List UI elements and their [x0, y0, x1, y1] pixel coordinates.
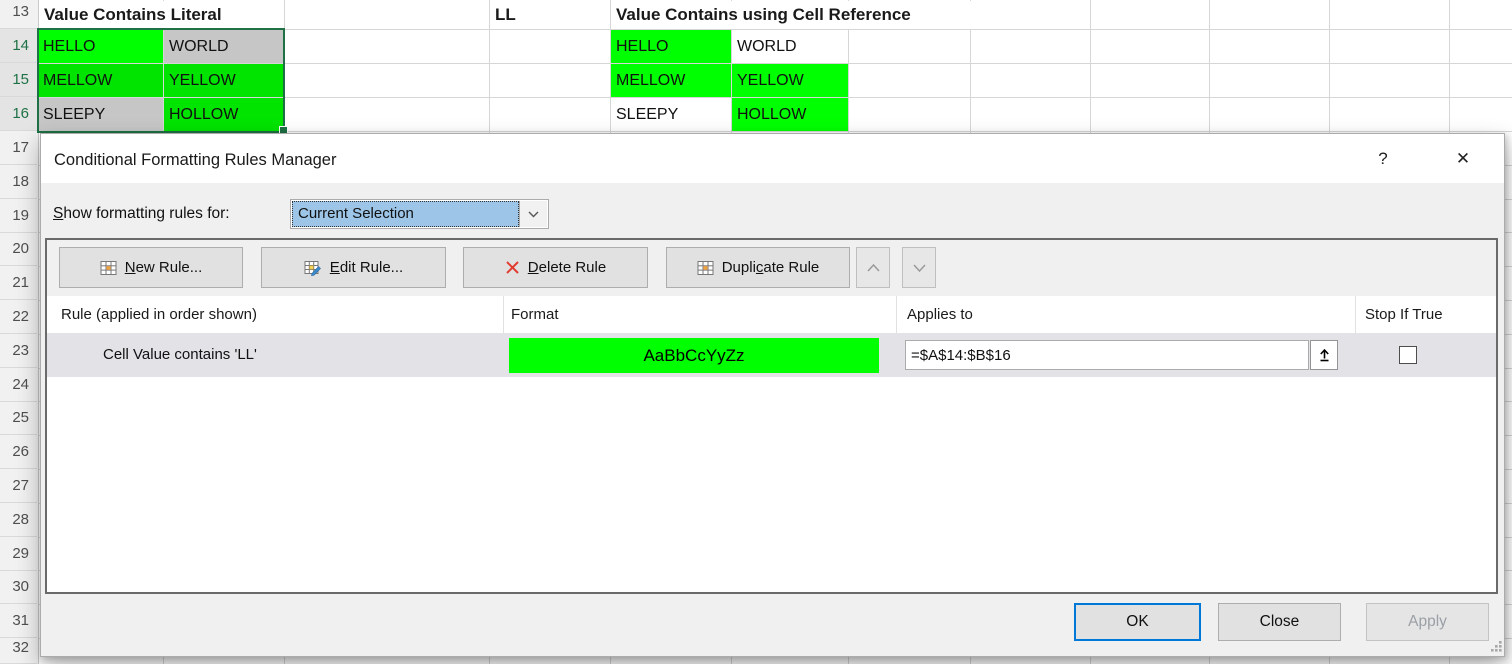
cf-rules-manager-dialog: Conditional Formatting Rules Manager ? ✕… — [40, 133, 1505, 657]
row-header-30[interactable]: 30 — [0, 570, 37, 604]
row-header-21[interactable]: 21 — [0, 266, 37, 300]
duplicate-rule-button[interactable]: Duplicate Rule — [666, 247, 850, 288]
row-header-18[interactable]: 18 — [0, 165, 37, 199]
ok-button[interactable]: OK — [1074, 603, 1201, 641]
show-rules-label-rest: how formatting rules for: — [63, 205, 229, 222]
help-icon[interactable]: ? — [1366, 134, 1400, 183]
excel-window: Value Contains Literal LL Value Contains… — [0, 0, 1512, 664]
chevron-up-icon — [867, 264, 880, 272]
rules-list-container: New Rule... Edit Rule... Delete Rule — [45, 238, 1498, 594]
cell-e14[interactable]: HELLO — [611, 30, 731, 63]
dialog-title: Conditional Formatting Rules Manager — [54, 134, 336, 183]
delete-rule-button[interactable]: Delete Rule — [463, 247, 648, 288]
collapse-dialog-button[interactable] — [1310, 340, 1338, 370]
column-header-rule: Rule (applied in order shown) — [61, 296, 257, 333]
row-header-16[interactable]: 16 — [0, 97, 37, 131]
table-format-icon — [100, 260, 117, 276]
column-header-applies: Applies to — [907, 296, 973, 333]
edit-rule-icon — [304, 260, 322, 276]
edit-rule-button[interactable]: Edit Rule... — [261, 247, 446, 288]
row-header-25[interactable]: 25 — [0, 401, 37, 435]
row-header-22[interactable]: 22 — [0, 300, 37, 334]
row-header-23[interactable]: 23 — [0, 334, 37, 368]
selection-border — [37, 28, 285, 133]
move-rule-down-button[interactable] — [902, 247, 936, 288]
rules-toolbar: New Rule... Edit Rule... Delete Rule — [47, 240, 1496, 296]
delete-x-icon — [505, 260, 520, 275]
duplicate-rule-label: Duplicate Rule — [722, 259, 820, 276]
row-header-14[interactable]: 14 — [0, 29, 37, 63]
new-rule-button[interactable]: New Rule... — [59, 247, 243, 288]
row-header-17[interactable]: 17 — [0, 131, 37, 165]
row-header-32[interactable]: 32 — [0, 638, 37, 664]
column-divider — [503, 296, 504, 333]
cell-f14[interactable]: WORLD — [732, 30, 848, 63]
row-header-31[interactable]: 31 — [0, 604, 37, 638]
column-header-stop: Stop If True — [1365, 296, 1443, 333]
row-header-column: 13 14 15 16 17 18 19 20 21 22 23 24 25 2… — [0, 0, 39, 664]
rule-row-selected[interactable]: Cell Value contains 'LL' AaBbCcYyZz — [47, 333, 1496, 377]
show-rules-label: Show formatting rules for: — [53, 199, 230, 229]
applies-to-input[interactable] — [905, 340, 1309, 370]
cell-f16[interactable]: HOLLOW — [732, 98, 848, 131]
show-rules-label-accel: S — [53, 205, 63, 222]
rules-list-header: Rule (applied in order shown) Format App… — [47, 296, 1496, 333]
dropdown-arrow-button[interactable] — [519, 201, 547, 227]
new-rule-label: New Rule... — [125, 259, 203, 276]
row-header-29[interactable]: 29 — [0, 537, 37, 571]
show-rules-dropdown[interactable]: Current Selection — [290, 199, 549, 229]
cell-e15[interactable]: MELLOW — [611, 64, 731, 97]
row-header-19[interactable]: 19 — [0, 199, 37, 233]
row-header-27[interactable]: 27 — [0, 469, 37, 503]
close-icon[interactable]: ✕ — [1446, 134, 1480, 183]
rule-description: Cell Value contains 'LL' — [103, 333, 257, 377]
column-divider — [1355, 296, 1356, 333]
cell-f15[interactable]: YELLOW — [732, 64, 848, 97]
cell-d13-title[interactable]: LL — [490, 1, 608, 29]
close-button[interactable]: Close — [1218, 603, 1341, 641]
chevron-down-icon — [528, 211, 539, 218]
row-header-13[interactable]: 13 — [0, 0, 37, 29]
chevron-down-icon — [913, 264, 926, 272]
column-header-format: Format — [511, 296, 559, 333]
edit-rule-label: Edit Rule... — [330, 259, 403, 276]
resize-grip-icon — [1489, 639, 1503, 653]
row-header-28[interactable]: 28 — [0, 503, 37, 537]
row-header-26[interactable]: 26 — [0, 435, 37, 469]
show-rules-dropdown-value: Current Selection — [292, 201, 519, 227]
cell-e16[interactable]: SLEEPY — [611, 98, 731, 131]
table-format-icon — [697, 260, 714, 276]
column-divider — [896, 296, 897, 333]
row-header-15[interactable]: 15 — [0, 63, 37, 97]
resize-grip[interactable] — [1489, 639, 1503, 653]
collapse-range-icon — [1318, 348, 1331, 362]
move-rule-up-button[interactable] — [856, 247, 890, 288]
dialog-titlebar[interactable]: Conditional Formatting Rules Manager ? ✕ — [41, 134, 1504, 183]
apply-button[interactable]: Apply — [1366, 603, 1489, 641]
row-header-20[interactable]: 20 — [0, 232, 37, 266]
format-preview-swatch: AaBbCcYyZz — [509, 338, 879, 373]
cell-e13-title[interactable]: Value Contains using Cell Reference — [611, 1, 1089, 29]
row-header-24[interactable]: 24 — [0, 368, 37, 402]
delete-rule-label: Delete Rule — [528, 259, 606, 276]
cell-a13-title[interactable]: Value Contains Literal — [39, 1, 283, 29]
stop-if-true-checkbox[interactable] — [1399, 346, 1417, 364]
